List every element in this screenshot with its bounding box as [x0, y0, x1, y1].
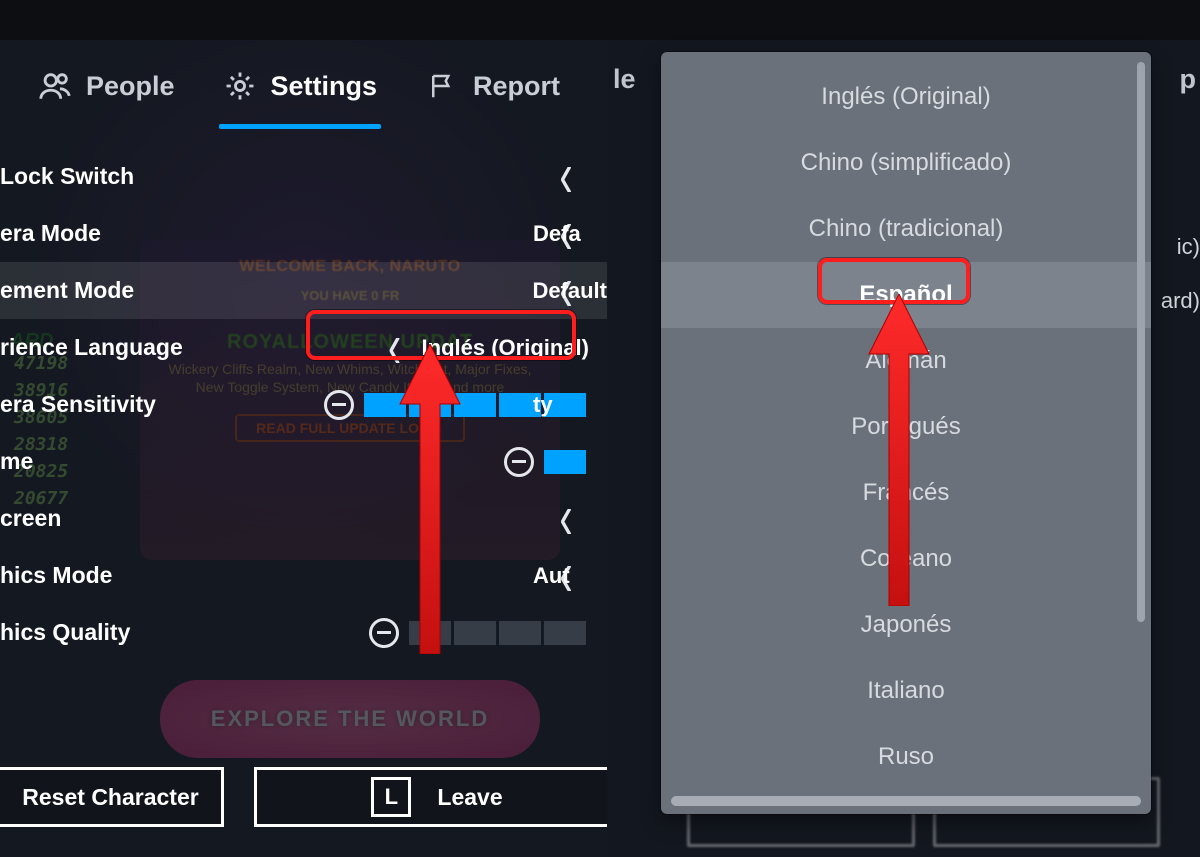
- language-option[interactable]: Italiano: [661, 658, 1151, 724]
- tab-report[interactable]: Report: [421, 61, 564, 111]
- leave-button[interactable]: L Leave: [254, 767, 607, 827]
- slider-segment: [499, 621, 541, 645]
- tab-fragment-left: le: [613, 64, 636, 95]
- tab-people-label: People: [86, 71, 175, 102]
- leave-key-icon: L: [371, 777, 411, 817]
- settings-row[interactable]: hics Quality: [0, 604, 607, 661]
- dropdown-horizontal-scrollbar[interactable]: [671, 796, 1141, 806]
- slider-segment: [409, 621, 451, 645]
- row-label: Lock Switch: [0, 163, 134, 190]
- settings-row[interactable]: era Sensitivity ty: [0, 376, 607, 433]
- row-label: hics Quality: [0, 619, 130, 646]
- reset-label: Reset Character: [22, 784, 198, 811]
- settings-row[interactable]: hics Mode‹Aut: [0, 547, 607, 604]
- language-option[interactable]: Inglés (Original): [661, 64, 1151, 130]
- row-label: creen: [0, 505, 61, 532]
- tab-settings-label: Settings: [271, 71, 378, 102]
- row-label: ement Mode: [0, 277, 134, 304]
- slider-segment: [454, 393, 496, 417]
- settings-row[interactable]: rience Language‹Inglés (Original)age: [0, 319, 607, 376]
- slider-segment: [544, 450, 586, 474]
- language-option[interactable]: Portugués: [661, 394, 1151, 460]
- language-option[interactable]: Chino (simplificado): [661, 130, 1151, 196]
- row-value: Defa: [527, 205, 607, 262]
- language-dropdown[interactable]: Inglés (Original)Chino (simplificado)Chi…: [661, 52, 1151, 814]
- slider-segment: [544, 621, 586, 645]
- footer-buttons: Reset Character L Leave: [0, 767, 607, 827]
- row-label: era Sensitivity: [0, 391, 156, 418]
- dropdown-scrollbar[interactable]: [1137, 62, 1145, 622]
- settings-row[interactable]: era Mode‹Defa: [0, 205, 607, 262]
- minus-icon[interactable]: [504, 447, 534, 477]
- language-option[interactable]: Alemán: [661, 328, 1151, 394]
- menu-tabs: People Settings Report: [0, 40, 607, 132]
- row-label: era Mode: [0, 220, 101, 247]
- language-option[interactable]: Ruso: [661, 724, 1151, 790]
- settings-row[interactable]: me: [0, 433, 607, 490]
- language-option[interactable]: Español: [661, 262, 1151, 328]
- side-hint-1: ic): [1177, 234, 1200, 260]
- minus-icon[interactable]: [324, 390, 354, 420]
- row-value: Default: [526, 262, 607, 319]
- language-option[interactable]: Coreano: [661, 526, 1151, 592]
- gear-icon: [223, 69, 257, 103]
- chevron-left-icon[interactable]: ‹: [372, 312, 418, 384]
- slider-segment: [364, 393, 406, 417]
- slider-segment: [454, 621, 496, 645]
- row-trail: ty: [527, 376, 607, 433]
- slider-segment: [409, 393, 451, 417]
- leave-label: Leave: [437, 784, 502, 811]
- reset-character-button[interactable]: Reset Character: [0, 767, 224, 827]
- top-black-bar-right: [607, 0, 1200, 40]
- language-dropdown-panel: le p ic) ard) Inglés (Original)Chino (si…: [607, 0, 1200, 857]
- viewport: WELCOME BACK, NARUTO YOU HAVE 0 FR ROYAL…: [0, 0, 1200, 857]
- dropdown-list: Inglés (Original)Chino (simplificado)Chi…: [661, 52, 1151, 814]
- top-black-bar: [0, 0, 607, 40]
- row-label: hics Mode: [0, 562, 112, 589]
- row-label: rience Language: [0, 334, 183, 361]
- side-hint-2: ard): [1161, 288, 1200, 314]
- settings-row[interactable]: ement Mode‹Default: [0, 262, 607, 319]
- minus-icon[interactable]: [369, 618, 399, 648]
- language-option[interactable]: Francés: [661, 460, 1151, 526]
- people-icon: [38, 69, 72, 103]
- flag-icon: [425, 69, 459, 103]
- language-option[interactable]: Japonés: [661, 592, 1151, 658]
- slider[interactable]: [369, 618, 589, 648]
- settings-row[interactable]: creen‹: [0, 490, 607, 547]
- row-value: Aut: [527, 547, 607, 604]
- row-label: me: [0, 448, 33, 475]
- tab-people[interactable]: People: [34, 61, 179, 111]
- tab-report-label: Report: [473, 71, 560, 102]
- settings-row[interactable]: Lock Switch‹: [0, 148, 607, 205]
- settings-rows: Lock Switch‹era Mode‹Defaement Mode‹Defa…: [0, 148, 607, 661]
- settings-panel: WELCOME BACK, NARUTO YOU HAVE 0 FR ROYAL…: [0, 0, 607, 857]
- tab-fragment-right: p: [1180, 64, 1197, 95]
- slider[interactable]: [504, 447, 589, 477]
- tab-settings[interactable]: Settings: [219, 61, 382, 111]
- language-option[interactable]: Chino (tradicional): [661, 196, 1151, 262]
